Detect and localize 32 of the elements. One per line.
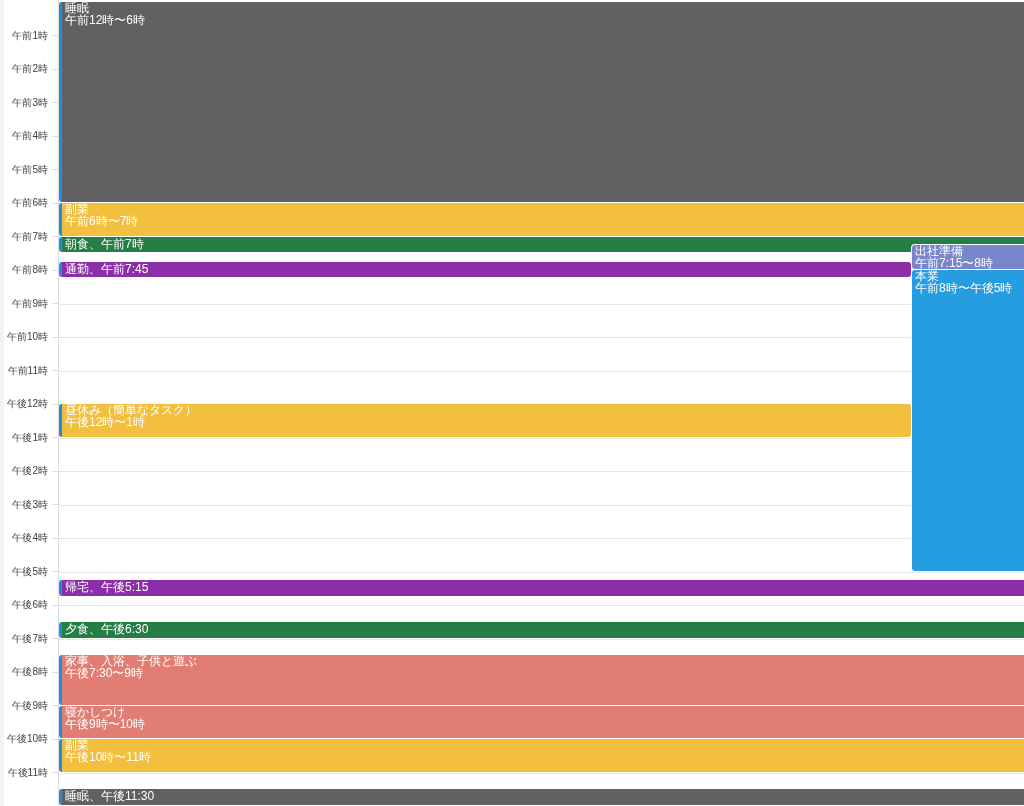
hour-label: 午前6時 [12,197,48,209]
hour-label: 午後6時 [12,599,48,611]
hour-label: 午前5時 [12,163,48,176]
hour-label: 午前8時 [12,264,48,276]
hour-label: 午前2時 [12,63,48,75]
calendar-event[interactable]: 睡眠、午後11:30 [59,789,1024,805]
hour-label: 午前11時 [7,364,48,377]
calendar-event[interactable]: 本業 午前8時〜午後5時 [912,270,1024,571]
calendar-event[interactable]: 寝かしつけ 午後9時〜10時 [59,705,1024,738]
calendar-event[interactable]: 家事、入浴、子供と遊ぶ 午後7:30〜9時 [59,655,1024,705]
hour-label: 午前1時 [12,29,48,42]
hour-label: 午後4時 [12,532,48,544]
calendar-event[interactable]: 通勤、午前7:45 [59,261,911,278]
hour-label: 午後8時 [12,666,48,678]
hour-label: 午後7時 [12,632,48,645]
hour-label: 午後5時 [12,565,48,578]
calendar-event[interactable]: 睡眠 午前12時〜6時 [59,2,1024,202]
hour-label: 午後1時 [12,431,48,444]
calendar-event[interactable]: 帰宅、午後5:15 [59,579,1024,596]
hour-label: 午前10時 [6,331,48,343]
hour-label: 午前3時 [12,96,48,109]
calendar-event[interactable]: 出社準備 午前7:15〜8時 [912,244,1024,269]
hour-label: 午後9時 [12,699,48,712]
hour-label: 午前9時 [12,297,48,310]
hour-label: 午前7時 [12,230,48,243]
hour-label: 午後11時 [7,766,48,779]
hour-label: 午前4時 [12,130,48,142]
hour-label: 午後3時 [12,498,48,511]
calendar-event[interactable]: 夕食、午後6:30 [59,621,1024,638]
hour-label: 午後12時 [6,398,48,410]
hour-label: 午後10時 [6,733,48,745]
hour-label: 午後2時 [12,465,48,477]
